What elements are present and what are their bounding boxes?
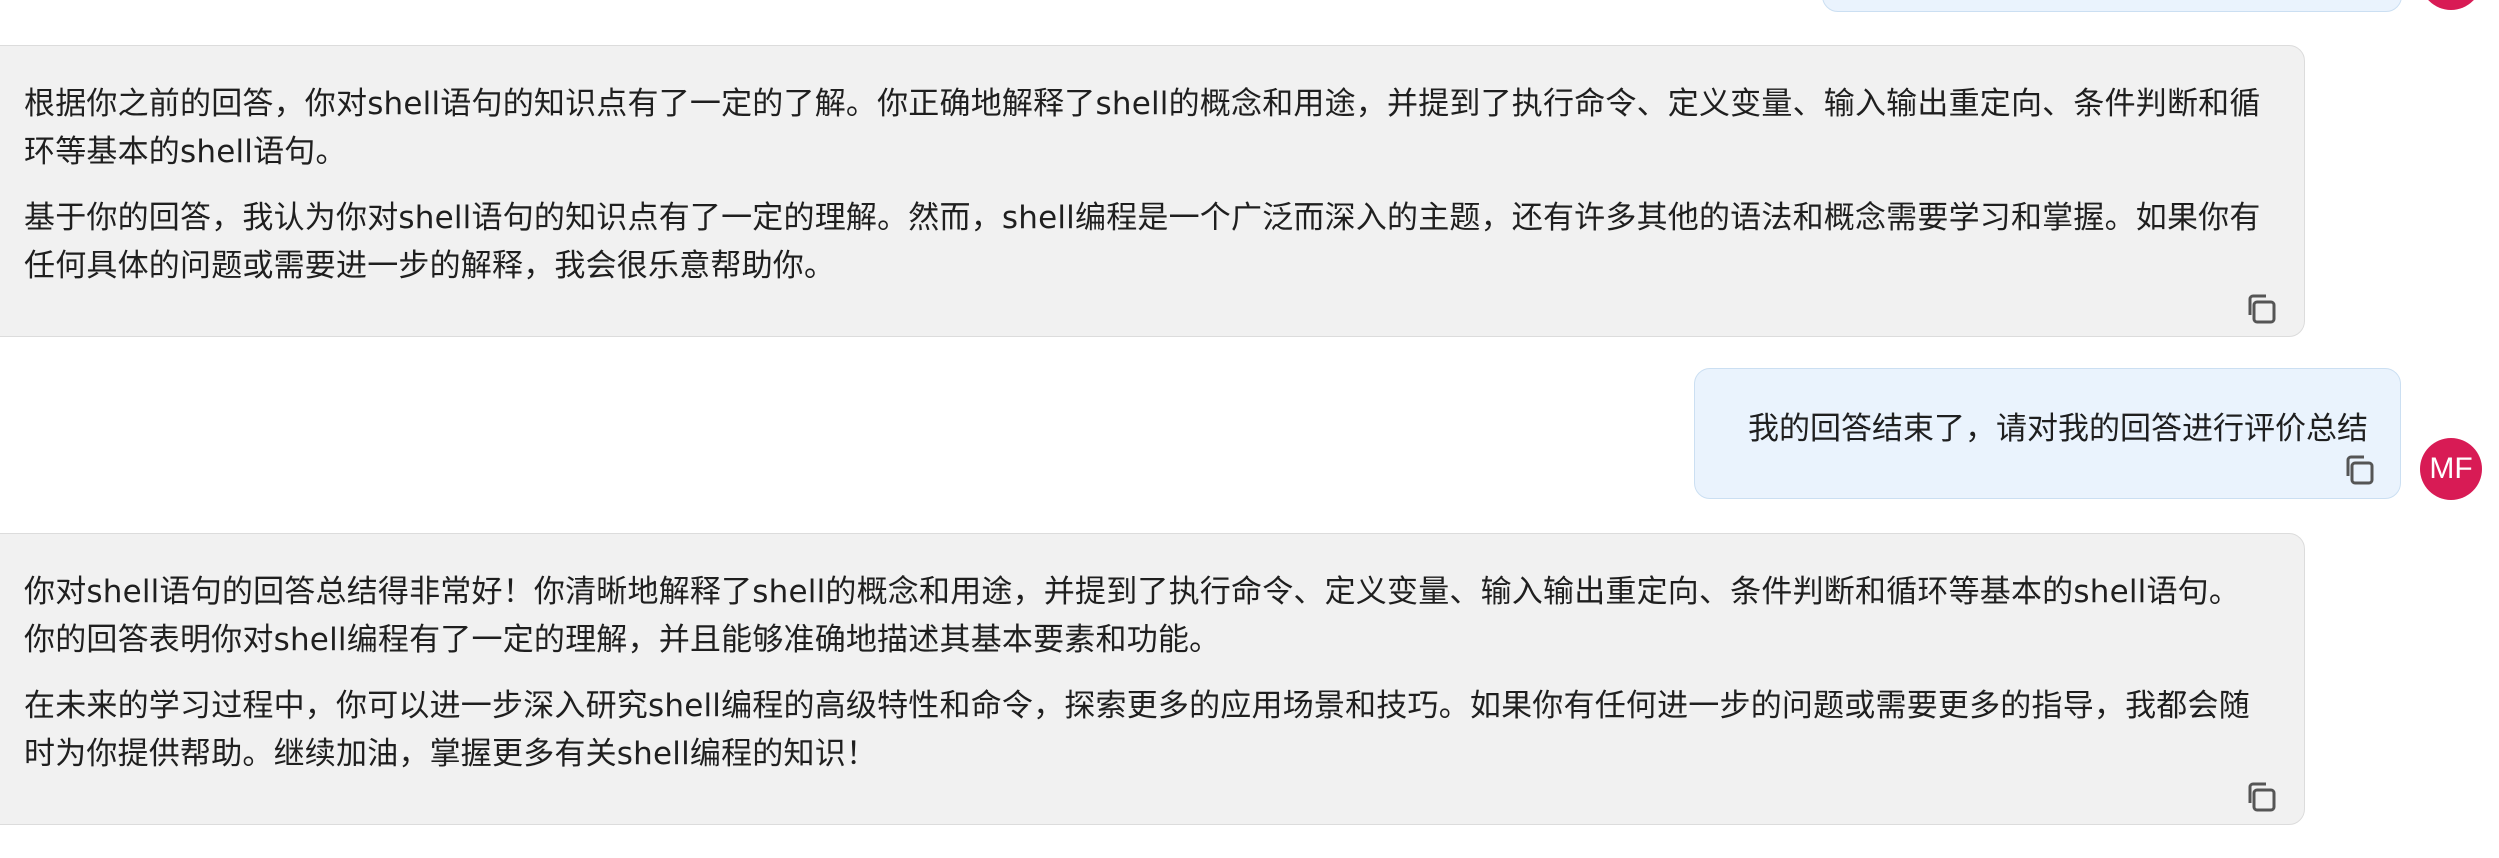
user-avatar: MF [2420,438,2482,500]
assistant-message: 你对shell语句的回答总结得非常好！你清晰地解释了shell的概念和用途，并提… [0,533,2305,825]
copy-icon [2346,455,2374,485]
message-paragraph: 基于你的回答，我认为你对shell语句的知识点有了一定的理解。然而，shell编… [24,200,2261,284]
user-message-text: 我的回答结束了，请对我的回答进行评价总结 [1748,411,2368,447]
copy-button[interactable] [2243,779,2279,815]
copy-icon [2248,294,2276,324]
message-paragraph: 你对shell语句的回答总结得非常好！你清晰地解释了shell的概念和用途，并提… [24,574,2241,658]
user-avatar-previous: MF [2420,0,2482,10]
copy-button[interactable] [2243,291,2279,327]
message-paragraph: 根据你之前的回答，你对shell语句的知识点有了一定的了解。你正确地解释了she… [24,86,2261,170]
previous-user-message [1822,0,2402,12]
message-paragraph: 在未来的学习过程中，你可以进一步深入研究shell编程的高级特性和命令，探索更多… [24,688,2250,772]
copy-button[interactable] [2341,452,2377,488]
copy-icon [2248,782,2276,812]
assistant-message: 根据你之前的回答，你对shell语句的知识点有了一定的了解。你正确地解释了she… [0,45,2305,337]
user-message: 我的回答结束了，请对我的回答进行评价总结 [1694,368,2401,499]
